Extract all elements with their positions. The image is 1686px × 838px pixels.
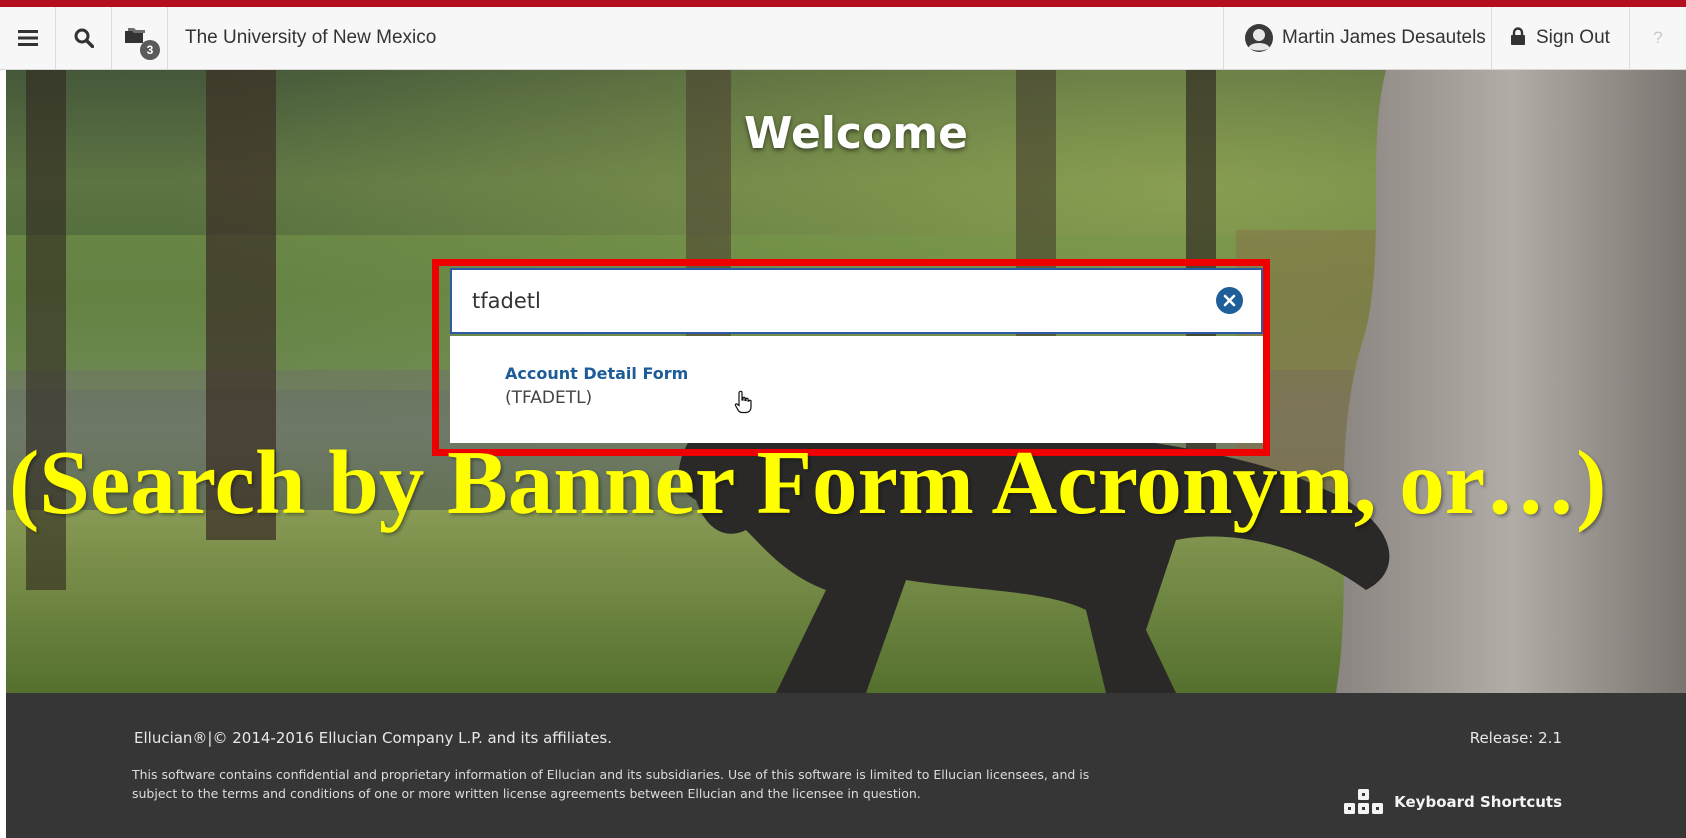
app-header: 3 The University of New Mexico Martin Ja…	[0, 7, 1686, 70]
sign-out-button[interactable]: Sign Out	[1491, 7, 1629, 69]
result-title: Account Detail Form	[505, 364, 689, 383]
menu-button[interactable]	[0, 7, 56, 69]
close-circle-icon	[1223, 294, 1236, 307]
keyboard-shortcuts-label: Keyboard Shortcuts	[1394, 793, 1562, 811]
hand-cursor-icon	[734, 390, 752, 414]
welcome-heading: Welcome	[744, 108, 968, 159]
lock-icon	[1511, 26, 1525, 45]
hamburger-icon	[17, 30, 38, 46]
user-avatar-icon	[1245, 24, 1273, 52]
instruction-caption-text: (Search by Banner Form Acronym, or…)	[9, 432, 1607, 533]
search-icon	[74, 28, 94, 48]
recent-count-badge: 3	[140, 40, 160, 60]
clear-search-button[interactable]	[1216, 287, 1243, 314]
instruction-caption: (Search by Banner Form Acronym, or…)	[0, 430, 1686, 550]
search-box	[450, 268, 1263, 334]
page-footer: Ellucian®|© 2014-2016 Ellucian Company L…	[6, 693, 1686, 838]
search-button[interactable]	[56, 7, 112, 69]
search-results-list: Account Detail Form (TFADETL)	[450, 336, 1263, 443]
user-name: Martin James Desautels	[1282, 27, 1486, 48]
user-profile[interactable]: Martin James Desautels	[1223, 7, 1491, 69]
help-button[interactable]: ?	[1629, 7, 1686, 69]
welcome-hero: Welcome Account Detail Form (TFADETL)	[6, 70, 1686, 693]
copyright-text: Ellucian®|© 2014-2016 Ellucian Company L…	[134, 729, 613, 747]
result-code: (TFADETL)	[505, 388, 593, 408]
keyboard-icon	[1344, 789, 1384, 814]
search-input[interactable]	[472, 270, 1192, 332]
legal-notice: This software contains confidential and …	[132, 767, 1090, 801]
institution-name: The University of New Mexico	[185, 27, 437, 48]
keyboard-shortcuts-link[interactable]: Keyboard Shortcuts	[1344, 789, 1562, 815]
top-accent-bar	[0, 0, 1686, 7]
release-version: Release: 2.1	[1469, 729, 1562, 747]
recent-items-button[interactable]: 3	[112, 7, 168, 69]
sign-out-label: Sign Out	[1536, 27, 1610, 48]
